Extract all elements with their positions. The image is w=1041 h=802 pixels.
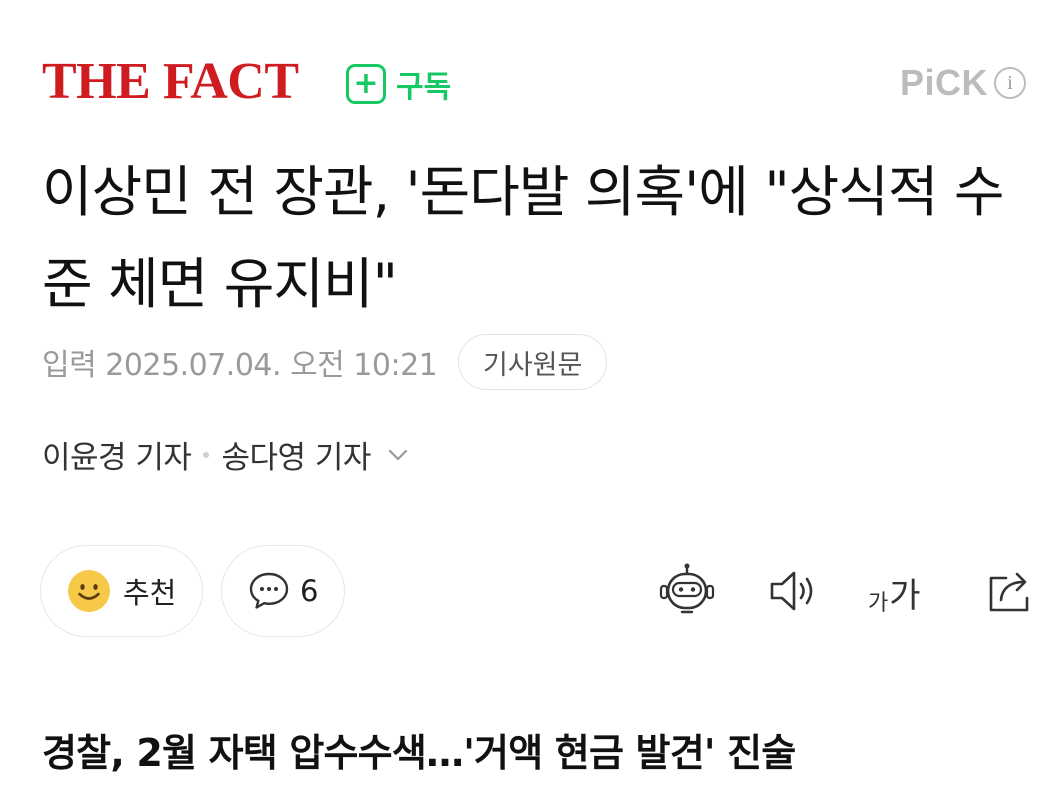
publisher-logo[interactable]: THE FACT <box>42 56 299 108</box>
chevron-down-icon[interactable] <box>385 442 411 468</box>
original-article-label: 기사원문 <box>483 349 583 381</box>
published-date: 입력 2025.07.04. 오전 10:21 <box>42 348 438 383</box>
reporter-name: 이윤경 기자 <box>42 440 192 476</box>
speaker-icon <box>770 571 813 611</box>
speech-bubble-icon <box>249 572 289 609</box>
font-size-icon-large: 가 <box>889 576 921 616</box>
original-article-button[interactable]: 기사원문 <box>458 334 608 390</box>
listen-button[interactable] <box>766 562 824 620</box>
comment-button[interactable]: 6 <box>221 545 345 637</box>
info-circle-icon[interactable]: i <box>994 67 1027 99</box>
font-size-icon: 가 <box>868 591 889 616</box>
article-headline: 이상민 전 장관, '돈다발 의혹'에 "상식적 수준 체면 유지비" <box>42 160 1005 316</box>
subscribe-label: 구독 <box>396 70 452 105</box>
comment-count: 6 <box>300 574 319 608</box>
separator-dot <box>203 451 210 458</box>
plus-square-icon: + <box>346 64 386 104</box>
like-button[interactable]: 추천 <box>40 545 203 637</box>
pick-label: PiCK <box>900 62 989 103</box>
share-button[interactable] <box>982 562 1040 620</box>
like-label: 추천 <box>123 576 177 610</box>
subscribe-button[interactable]: + 구독 <box>346 60 451 108</box>
pick-badge[interactable]: PiCK i <box>900 62 1027 104</box>
smiley-face-icon <box>68 570 110 612</box>
article-subheading: 경찰, 2월 자택 압수수색…'거액 현금 발견' 진술 <box>42 731 796 775</box>
reporter-name: 송다영 기자 <box>221 440 371 476</box>
robot-icon <box>659 563 715 614</box>
share-icon <box>989 572 1029 612</box>
reporter-list[interactable]: 이윤경 기자 송다영 기자 <box>42 432 411 477</box>
font-size-button[interactable]: 가 가 <box>868 568 921 617</box>
ai-summary-button[interactable] <box>658 562 716 620</box>
